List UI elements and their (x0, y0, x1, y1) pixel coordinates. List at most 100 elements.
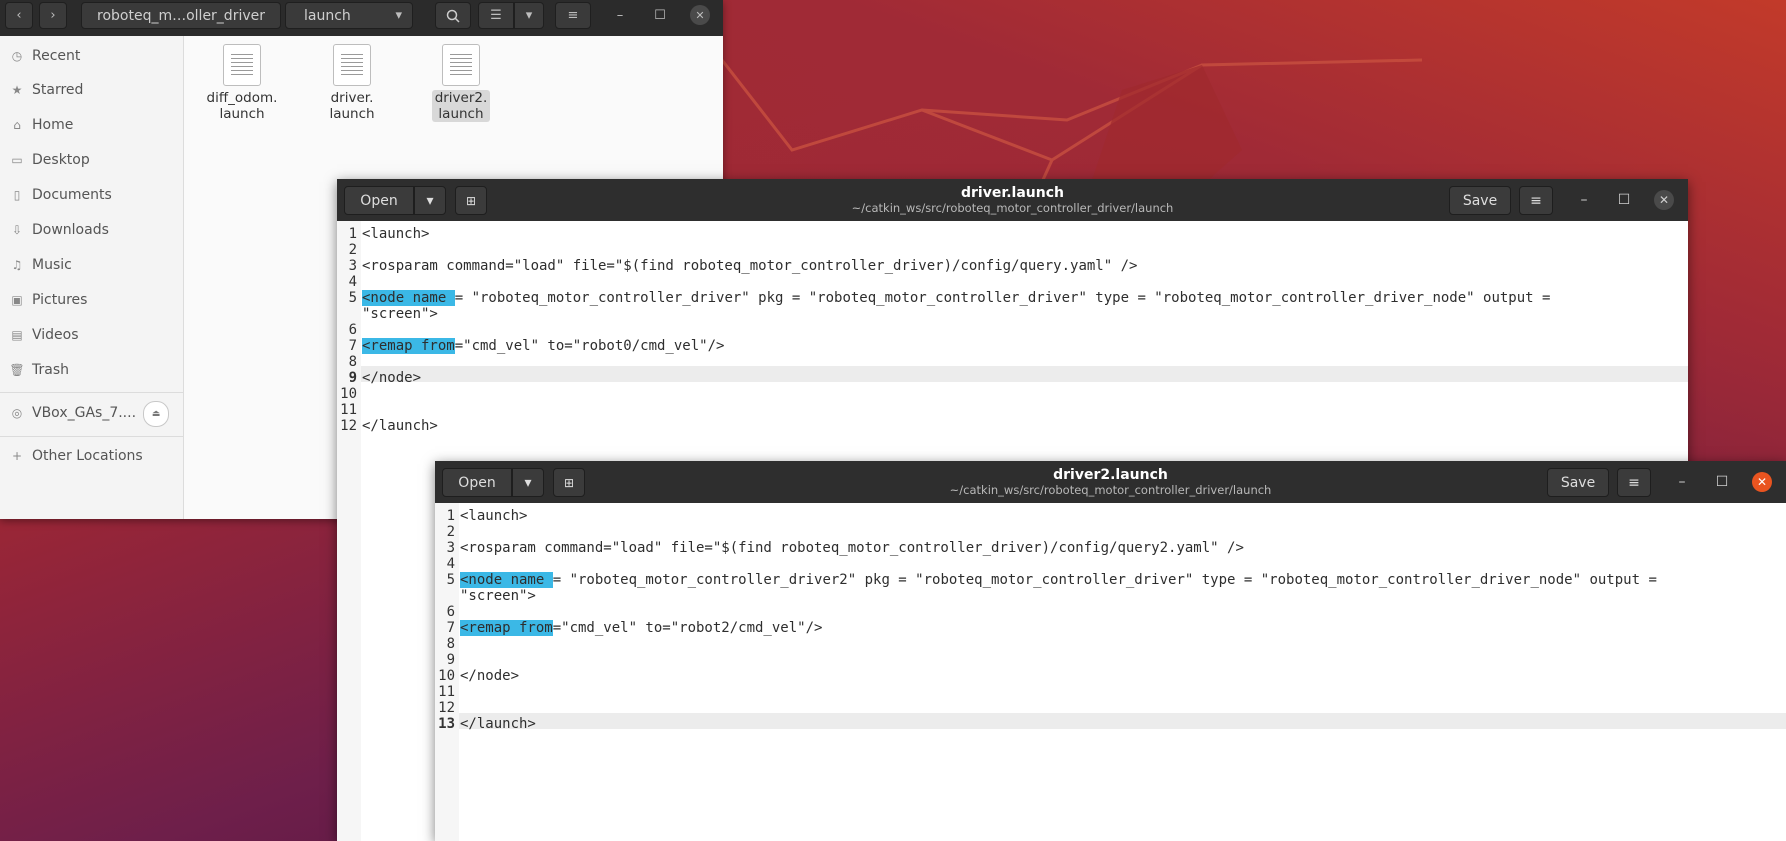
files-headerbar: ‹ › roboteq_m…oller_driver launch ▾ ☰ ▾ … (0, 0, 723, 36)
sidebar-item-recent[interactable]: ◷ Recent (8, 45, 81, 67)
file-name: diff_odom. launch (204, 90, 281, 122)
code-line: <remap from="cmd_vel" to="robot0/cmd_vel… (362, 338, 724, 354)
sidebar-item-label: Home (32, 117, 74, 133)
list-view-icon: ☰ (490, 8, 502, 23)
sidebar-item-documents[interactable]: ▯ Documents (8, 184, 112, 206)
line-number: 6 (446, 604, 455, 620)
code-text: = "roboteq_motor_controller_driver2" pkg… (552, 572, 1657, 588)
line-number: 12 (340, 418, 357, 434)
sidebar-item-pictures[interactable]: ▣ Pictures (8, 289, 87, 311)
hamburger-icon: ≡ (567, 8, 579, 23)
sidebar-item-label: Other Locations (32, 448, 143, 464)
sidebar-item-music[interactable]: ♫ Music (8, 254, 72, 276)
sidebar-item-label: Documents (32, 187, 112, 203)
line-number: 12 (438, 700, 455, 716)
desktop-icon: ▭ (11, 153, 23, 167)
save-button[interactable]: Save (1449, 186, 1511, 215)
file-name-line: driver2. (434, 90, 488, 106)
sidebar-item-videos[interactable]: ▤ Videos (8, 324, 78, 346)
maximize-button[interactable]: ☐ (647, 2, 673, 29)
menu-button[interactable]: ≡ (555, 2, 591, 29)
sidebar-item-starred[interactable]: ★ Starred (8, 79, 84, 101)
view-options-button[interactable]: ▾ (514, 2, 544, 29)
music-icon: ♫ (11, 258, 23, 272)
path-segment-parent[interactable]: roboteq_m…oller_driver (81, 2, 281, 29)
code-text: = "roboteq_motor_controller_driver" pkg … (454, 290, 1551, 306)
editor-window-driver2: Open ▾ ⊞ driver2.launch ~/catkin_ws/src/… (435, 461, 1786, 841)
menu-button[interactable]: ≡ (1617, 468, 1651, 497)
line-number: 3 (446, 540, 455, 556)
code-text: </node> (362, 370, 422, 386)
line-number: 1 (348, 226, 357, 242)
search-button[interactable] (435, 2, 471, 29)
forward-button[interactable]: › (39, 2, 67, 29)
text-file-icon (223, 44, 261, 86)
eject-icon: ⏏ (151, 409, 161, 419)
code-line: <remap from="cmd_vel" to="robot2/cmd_vel… (460, 620, 822, 636)
line-number: 10 (340, 386, 357, 402)
sidebar-item-label: Pictures (32, 292, 88, 308)
sidebar-item-other-locations[interactable]: + Other Locations (8, 445, 143, 467)
sidebar-item-desktop[interactable]: ▭ Desktop (8, 149, 89, 171)
close-button[interactable]: ✕ (1752, 472, 1772, 492)
line-number: 1 (446, 508, 455, 524)
line-number: 7 (348, 338, 357, 354)
chevron-left-icon: ‹ (16, 8, 22, 23)
code-line: </launch> (362, 418, 438, 434)
editor-headerbar: Open ▾ ⊞ driver2.launch ~/catkin_ws/src/… (435, 461, 1786, 503)
close-icon: ✕ (1658, 193, 1670, 207)
line-number: 2 (348, 242, 357, 258)
back-button[interactable]: ‹ (5, 2, 33, 29)
caret-down-icon: ▾ (525, 8, 533, 23)
line-number: 3 (348, 258, 357, 274)
file-item-selected[interactable]: driver2. launch (421, 44, 501, 122)
sidebar-item-home[interactable]: ⌂ Home (8, 114, 73, 136)
line-number: 8 (348, 354, 357, 370)
disc-icon: ◎ (11, 406, 23, 420)
line-number: 10 (438, 668, 455, 684)
file-name: driver2. launch (431, 90, 491, 122)
sidebar-item-label: Downloads (32, 222, 109, 238)
save-button[interactable]: Save (1547, 468, 1609, 497)
minimize-icon: – (1580, 192, 1588, 208)
star-icon: ★ (11, 83, 23, 97)
clock-icon: ◷ (11, 49, 23, 63)
line-number: 4 (446, 556, 455, 572)
code-text: </node> (460, 668, 520, 684)
code-line: <node name = "roboteq_motor_controller_d… (460, 572, 1657, 588)
code-text: "screen"> (362, 306, 438, 322)
code-line: </node> (362, 370, 421, 386)
menu-button[interactable]: ≡ (1519, 186, 1553, 215)
sidebar-item-trash[interactable]: 🗑 Trash (8, 359, 69, 381)
close-button[interactable]: ✕ (690, 5, 710, 25)
line-number: 13 (438, 716, 455, 732)
pictures-icon: ▣ (11, 293, 23, 307)
sidebar-item-device[interactable]: ◎ VBox_GAs_7.... (8, 402, 136, 424)
sidebar-item-label: Recent (32, 48, 81, 64)
eject-button[interactable]: ⏏ (143, 401, 169, 427)
minimize-button[interactable]: – (607, 2, 633, 29)
code-line: <node name = "roboteq_motor_controller_d… (362, 290, 1550, 306)
file-name-line: diff_odom. (206, 90, 278, 106)
file-item[interactable]: driver. launch (312, 44, 392, 122)
file-name-line: launch (219, 106, 265, 122)
code-text: <rosparam command="load" file="$(find ro… (362, 258, 1138, 274)
line-number: 6 (348, 322, 357, 338)
path-segment-current[interactable]: launch ▾ (285, 2, 413, 29)
selection-highlight: <node name (362, 290, 455, 306)
minimize-button[interactable]: – (1672, 472, 1692, 492)
code-line: <rosparam command="load" file="$(find ro… (362, 258, 1137, 274)
maximize-button[interactable]: ☐ (1614, 190, 1634, 210)
trash-icon: 🗑 (9, 363, 25, 377)
sidebar-item-downloads[interactable]: ⇩ Downloads (8, 219, 109, 241)
view-list-button[interactable]: ☰ (478, 2, 514, 29)
close-button[interactable]: ✕ (1654, 190, 1674, 210)
line-number: 8 (446, 636, 455, 652)
hamburger-icon: ≡ (1628, 474, 1640, 491)
minimize-button[interactable]: – (1574, 190, 1594, 210)
maximize-icon: ☐ (1715, 474, 1729, 490)
maximize-button[interactable]: ☐ (1712, 472, 1732, 492)
file-item[interactable]: diff_odom. launch (202, 44, 282, 122)
code-text: </launch> (460, 716, 536, 732)
plus-icon: + (11, 449, 23, 463)
